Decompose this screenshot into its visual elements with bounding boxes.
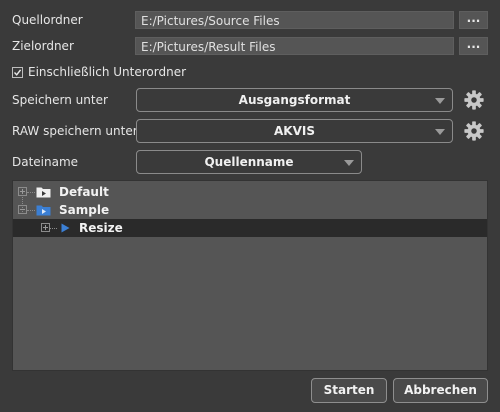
preset-tree[interactable]: Default Sample Resize [12,180,488,371]
target-folder-field[interactable]: E:/Pictures/Result Files [135,37,454,55]
save-as-dropdown[interactable]: Ausgangsformat [136,88,453,112]
source-browse-button[interactable]: ... [459,11,488,29]
gear-icon[interactable] [463,89,485,111]
include-subfolders-label: Einschließlich Unterordner [28,65,187,79]
chevron-down-icon [435,129,445,135]
tree-item-default[interactable]: Default [13,183,487,201]
tree-item-label: Default [59,185,109,199]
target-folder-label: Zielordner [12,39,74,53]
folder-icon [36,187,51,198]
target-browse-button[interactable]: ... [459,37,488,55]
filename-value: Quellenname [204,155,294,169]
collapse-icon[interactable] [18,205,27,214]
raw-save-as-value: AKVIS [274,124,315,138]
tree-item-label: Resize [79,221,123,235]
checkmark-icon [13,69,22,76]
start-button[interactable]: Starten [311,378,387,403]
gear-icon[interactable] [463,120,485,142]
tree-item-label: Sample [59,203,110,217]
raw-save-as-label: RAW speichern unter [12,124,138,138]
tree-item-resize[interactable]: Resize [13,219,487,237]
play-icon [61,223,70,233]
tree-item-sample[interactable]: Sample [13,201,487,219]
filename-label: Dateiname [12,155,79,169]
expand-icon[interactable] [41,223,50,232]
save-as-label: Speichern unter [12,93,108,107]
include-subfolders-checkbox[interactable] [12,67,23,78]
folder-open-icon [36,205,51,216]
raw-save-as-dropdown[interactable]: AKVIS [136,119,453,143]
chevron-down-icon [344,160,354,166]
source-folder-label: Quellordner [12,13,83,27]
source-folder-field[interactable]: E:/Pictures/Source Files [135,11,454,29]
filename-dropdown[interactable]: Quellenname [136,150,362,174]
save-as-value: Ausgangsformat [238,93,351,107]
cancel-button[interactable]: Abbrechen [393,378,488,403]
expand-icon[interactable] [18,187,27,196]
chevron-down-icon [435,98,445,104]
